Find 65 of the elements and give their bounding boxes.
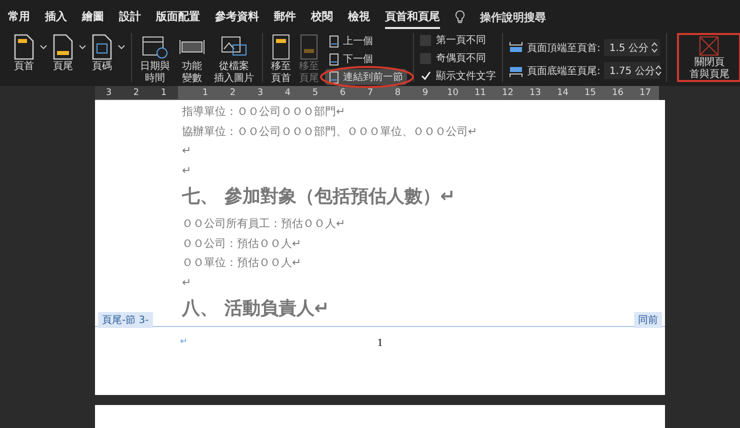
option-label: 顯示文件文字 — [436, 70, 496, 83]
ribbon-tab[interactable]: 插入 — [45, 6, 67, 28]
ruler-number: 12 — [501, 87, 514, 99]
navigation-button[interactable]: 連結到前一節 — [325, 69, 407, 85]
ribbon-tab[interactable]: 檢視 — [348, 6, 370, 28]
ribbon-button[interactable]: 頁首 — [12, 33, 36, 73]
paragraph: ↵ — [182, 143, 192, 159]
ruler-number: 1 — [201, 87, 210, 99]
position-label: 頁面底端至頁尾: — [527, 64, 600, 78]
ruler-number: 13 — [528, 87, 542, 99]
navigation-button[interactable]: 下一個 — [325, 51, 407, 67]
option-checkbox[interactable]: 奇偶頁不同 — [420, 51, 496, 65]
ribbon-button[interactable]: 頁碼 — [90, 33, 114, 73]
ruler-number: 5 — [311, 87, 320, 99]
close-header-footer-button[interactable]: 關閉頁 首與頁尾 — [677, 33, 740, 82]
option-checkbox[interactable]: 顯示文件文字 — [420, 69, 496, 83]
ribbon-button[interactable]: 功能 變數 — [176, 33, 208, 85]
ribbon-tab[interactable]: 郵件 — [274, 6, 296, 28]
paragraph-mark: ↵ — [180, 337, 188, 347]
ruler-number: 16 — [611, 87, 624, 99]
spin-field[interactable]: 1.75 公分 — [604, 62, 660, 79]
paragraph: 協辦單位：ＯＯ公司ＯＯＯ部門、ＯＯＯ單位、ＯＯＯ公司↵ — [182, 124, 478, 140]
option-label: 第一頁不同 — [436, 34, 486, 47]
paragraph: ＯＯ單位：預估ＯＯ人↵ — [182, 255, 302, 271]
option-checkbox[interactable]: 第一頁不同 — [420, 33, 496, 47]
ruler-number: 11 — [474, 87, 487, 99]
ribbon-tab[interactable]: 版面配置 — [156, 6, 200, 28]
ribbon-tab[interactable]: 校閱 — [311, 6, 333, 28]
ribbon-tab[interactable]: 常用 — [8, 6, 30, 28]
ruler-number: 7 — [366, 87, 374, 99]
ruler-number: 17 — [638, 87, 652, 99]
ribbon-tab[interactable]: 參考資料 — [215, 6, 259, 28]
paragraph: ＯＯ公司：預估ＯＯ人↵ — [182, 236, 302, 252]
ribbon-tab[interactable]: 設計 — [119, 6, 141, 28]
section-heading: 七、 參加對象（包括預估人數）↵ — [182, 185, 456, 209]
paragraph: ↵ — [182, 162, 192, 178]
ruler-number: 9 — [421, 87, 430, 99]
ribbon-button[interactable]: 從檔案 插入圖片 — [212, 33, 256, 85]
ribbon-button[interactable]: 頁尾 — [51, 33, 75, 73]
ruler-number: 1 — [160, 87, 168, 99]
section-heading: 八、 活動負責人↵ — [182, 297, 330, 321]
ruler-number: 3 — [256, 87, 264, 99]
ruler-number: 3 — [104, 87, 113, 99]
same-as-previous-tag: 同前 — [634, 312, 662, 328]
spin-field[interactable]: 1.5 公分 — [604, 39, 660, 56]
position-label: 頁面頂端至頁首: — [527, 42, 600, 54]
option-label: 奇偶頁不同 — [436, 52, 486, 65]
ribbon-button[interactable]: 移至 頁首 — [269, 33, 293, 85]
ruler-number: 2 — [132, 87, 140, 99]
ruler-number: 14 — [556, 87, 570, 99]
help-search-link[interactable]: 操作說明搜尋 — [480, 10, 546, 24]
paragraph: ＯＯ公司所有員工：預估ＯＯ人↵ — [182, 216, 346, 232]
ruler-number: 8 — [394, 87, 402, 99]
ruler-number: 2 — [228, 87, 237, 99]
page-number: 1 — [377, 337, 383, 351]
paragraph: ↵ — [182, 274, 192, 290]
ruler-number: 6 — [338, 87, 347, 99]
ruler-number: 15 — [584, 87, 597, 99]
ribbon-tab[interactable]: 繪圖 — [82, 6, 104, 28]
ruler-number: 4 — [284, 87, 292, 99]
paragraph: 指導單位：ＯＯ公司ＯＯＯ部門↵ — [182, 104, 346, 120]
ribbon-button[interactable]: 日期與 時間 — [138, 33, 172, 85]
footer-section-tag: 頁尾-節 3- — [98, 312, 153, 328]
ruler-number: 10 — [446, 87, 460, 99]
navigation-button[interactable]: 上一個 — [325, 33, 407, 49]
